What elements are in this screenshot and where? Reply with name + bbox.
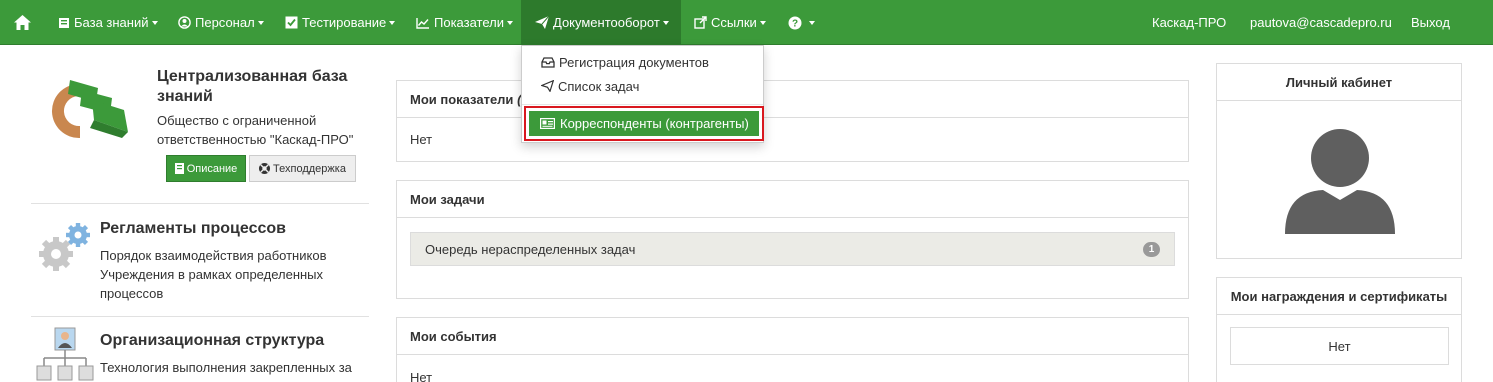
- dropdown-item-register-documents[interactable]: Регистрация документов: [522, 51, 763, 73]
- org-structure-icon: [36, 327, 94, 381]
- queue-label: Очередь нераспределенных задач: [425, 241, 636, 257]
- my-events-panel: Мои события Нет: [396, 317, 1189, 382]
- paper-plane-icon: [541, 80, 554, 92]
- description-button-label: Описание: [186, 162, 238, 175]
- events-value: Нет: [410, 370, 433, 382]
- top-navbar: База знаний Персонал Тестирование Показа…: [0, 0, 1493, 45]
- user-circle-icon: [178, 16, 191, 29]
- my-indicators-panel: Мои показатели (4 Нет: [396, 80, 1189, 162]
- life-ring-icon: [259, 163, 271, 174]
- caret-down-icon: [151, 21, 158, 25]
- company-logo: [51, 80, 128, 139]
- dropdown-item-label: Список задач: [558, 78, 640, 94]
- panel-header: Мои награждения и сертификаты: [1217, 278, 1461, 315]
- org-title: Централизованная база знаний: [157, 68, 348, 105]
- panel-title: Мои события: [410, 328, 497, 344]
- caret-down-icon: [257, 21, 264, 25]
- section-text-regulations: Порядок взаимодействия работников Учрежд…: [100, 248, 327, 301]
- dropdown-item-task-list[interactable]: Список задач: [522, 75, 763, 97]
- nav-personnel[interactable]: Персонал: [170, 0, 272, 45]
- dropdown-item-correspondents[interactable]: Корреспонденты (контрагенты): [529, 111, 759, 136]
- personal-cabinet-panel: Личный кабинет: [1216, 63, 1462, 259]
- home-icon: [14, 15, 31, 30]
- id-card-icon: [540, 118, 555, 129]
- panel-title: Личный кабинет: [1285, 74, 1393, 90]
- unassigned-tasks-queue[interactable]: Очередь нераспределенных задач 1: [410, 232, 1175, 266]
- my-tasks-panel: Мои задачи Очередь нераспределенных зада…: [396, 180, 1189, 299]
- queue-count-badge: 1: [1143, 242, 1160, 257]
- nav-indicators-label: Показатели: [434, 15, 504, 30]
- avatar-icon[interactable]: [1285, 128, 1395, 234]
- panel-title: Мои награждения и сертификаты: [1230, 288, 1448, 304]
- book-icon: [59, 17, 69, 28]
- dropdown-divider: [522, 104, 763, 105]
- nav-help[interactable]: ?: [780, 0, 823, 45]
- external-link-icon: [694, 16, 707, 29]
- support-button-label: Техподдержка: [273, 162, 346, 175]
- indicators-value: Нет: [410, 132, 433, 147]
- description-button[interactable]: Описание: [166, 155, 246, 182]
- nav-knowledge-base-label: База знаний: [74, 15, 149, 30]
- question-circle-icon: ?: [788, 16, 802, 29]
- panel-header: Личный кабинет: [1217, 64, 1461, 101]
- awards-panel: Мои награждения и сертификаты Нет: [1216, 277, 1462, 382]
- dropdown-item-label: Корреспонденты (контрагенты): [560, 116, 749, 131]
- section-title-org-structure[interactable]: Организационная структура: [100, 332, 324, 350]
- gears-icon: [39, 223, 90, 271]
- section-title-regulations[interactable]: Регламенты процессов: [100, 220, 286, 238]
- caret-down-icon: [507, 21, 513, 25]
- book-icon: [174, 163, 184, 174]
- caret-down-icon: [389, 21, 396, 25]
- nav-personnel-label: Персонал: [195, 15, 255, 30]
- caret-down-icon: [809, 21, 815, 25]
- panel-header: Мои показатели (4: [397, 81, 1188, 118]
- support-button[interactable]: Техподдержка: [249, 155, 356, 182]
- panel-header: Мои события: [397, 318, 1188, 355]
- highlight-frame: Корреспонденты (контрагенты): [524, 106, 764, 141]
- nav-company-link[interactable]: Каскад-ПРО: [1144, 0, 1234, 45]
- divider: [31, 316, 369, 317]
- nav-testing[interactable]: Тестирование: [277, 0, 403, 45]
- nav-document-flow[interactable]: Документооборот: [521, 0, 681, 45]
- panel-title: Мои показатели: [410, 91, 514, 107]
- nav-links-label: Ссылки: [711, 15, 757, 30]
- dropdown-item-label: Регистрация документов: [559, 54, 709, 70]
- checkbox-icon: [285, 16, 298, 29]
- logout-link[interactable]: Выход: [1403, 0, 1458, 45]
- home-button[interactable]: [6, 0, 43, 45]
- panel-header: Мои задачи: [397, 181, 1188, 218]
- panel-title: Мои задачи: [410, 191, 485, 207]
- line-chart-icon: [416, 17, 429, 29]
- nav-knowledge-base[interactable]: База знаний: [50, 0, 166, 45]
- paper-plane-icon: [535, 16, 549, 29]
- nav-document-flow-label: Документооборот: [553, 15, 660, 30]
- nav-links[interactable]: Ссылки: [686, 0, 774, 45]
- svg-text:?: ?: [792, 18, 798, 29]
- org-description: Общество с ограниченной ответственностью…: [157, 113, 354, 147]
- caret-down-icon: [662, 21, 669, 25]
- nav-testing-label: Тестирование: [302, 15, 387, 30]
- section-text-org-structure: Технология выполнения закрепленных за: [100, 360, 352, 375]
- inbox-icon: [541, 56, 555, 68]
- nav-user-email[interactable]: pautova@cascadepro.ru: [1242, 0, 1400, 45]
- awards-value: Нет: [1230, 327, 1449, 365]
- nav-indicators[interactable]: Показатели: [408, 0, 521, 45]
- divider: [31, 203, 369, 204]
- caret-down-icon: [759, 21, 766, 25]
